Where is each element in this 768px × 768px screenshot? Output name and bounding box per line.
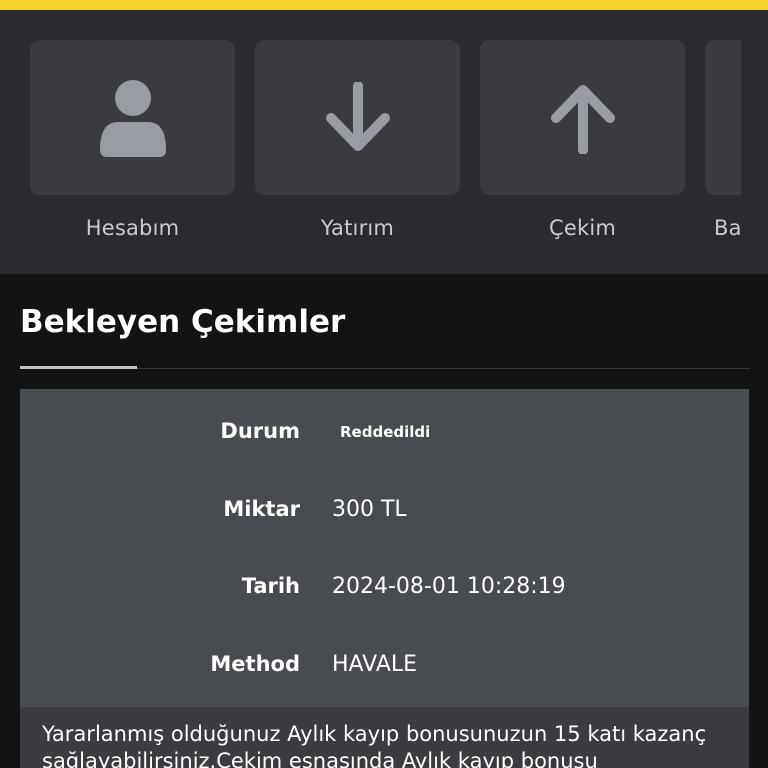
nav-label-account[interactable]: Hesabım bbox=[30, 216, 235, 240]
status-badge: Reddedildi bbox=[340, 423, 431, 441]
nav-tile-deposit[interactable] bbox=[255, 40, 460, 195]
page-title: Bekleyen Çekimler bbox=[20, 304, 346, 340]
top-accent-bar bbox=[0, 0, 768, 10]
amount-label: Miktar bbox=[223, 497, 300, 521]
date-row: Tarih 2024-08-01 10:28:19 bbox=[20, 574, 749, 614]
nav-tile-withdraw[interactable] bbox=[480, 40, 685, 195]
date-value: 2024-08-01 10:28:19 bbox=[332, 574, 566, 599]
nav-tile-account[interactable] bbox=[30, 40, 235, 195]
method-row: Method HAVALE bbox=[20, 652, 749, 692]
title-underline bbox=[20, 366, 137, 369]
info-message: Yararlanmış olduğunuz Aylık kayıp bonusu… bbox=[20, 707, 749, 768]
date-label: Tarih bbox=[241, 574, 300, 598]
method-label: Method bbox=[210, 652, 300, 676]
info-message-text: Yararlanmış olduğunuz Aylık kayıp bonusu… bbox=[42, 722, 707, 768]
amount-value: 300 TL bbox=[332, 497, 407, 522]
nav-label-partial[interactable]: Ba bbox=[714, 216, 740, 240]
withdrawal-card: Durum Reddedildi Miktar 300 TL Tarih 202… bbox=[20, 389, 749, 768]
nav-label-withdraw[interactable]: Çekim bbox=[480, 216, 685, 240]
arrow-down-icon bbox=[323, 81, 393, 154]
status-row: Durum Reddedildi bbox=[20, 419, 749, 459]
status-label: Durum bbox=[220, 419, 300, 443]
amount-row: Miktar 300 TL bbox=[20, 497, 749, 537]
quick-nav: Hesabım Yatırım Çekim Ba bbox=[0, 10, 768, 274]
nav-label-deposit[interactable]: Yatırım bbox=[255, 216, 460, 240]
nav-tile-partial[interactable] bbox=[705, 40, 741, 195]
user-icon bbox=[98, 78, 168, 158]
method-value: HAVALE bbox=[332, 652, 418, 677]
arrow-up-icon bbox=[548, 82, 618, 154]
